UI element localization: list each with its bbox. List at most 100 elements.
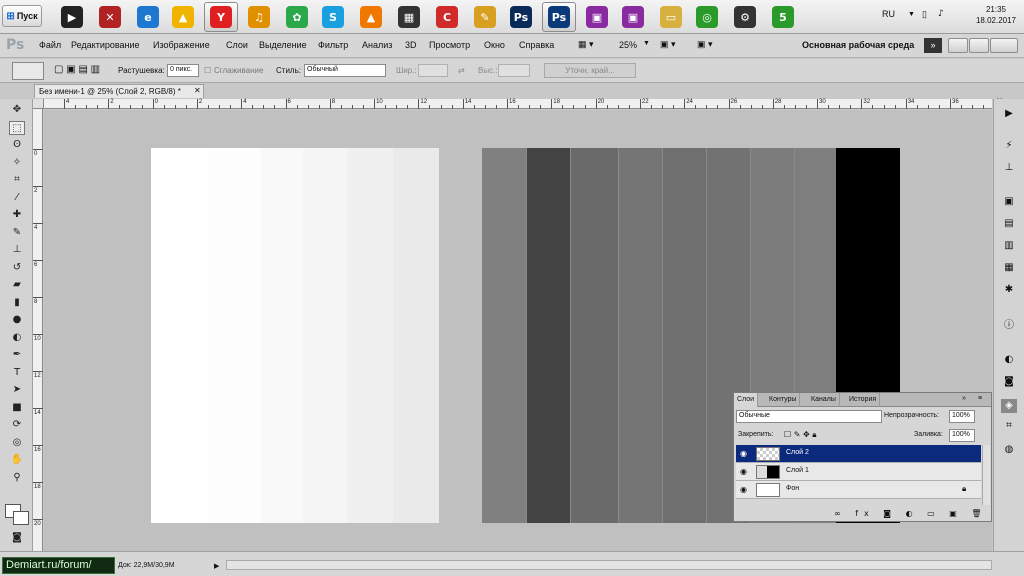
healing-tool-icon[interactable]: ✚ [9, 208, 25, 222]
masks-icon[interactable]: ◙ [1001, 375, 1017, 389]
shape-tool-icon[interactable]: ■ [9, 401, 25, 415]
histogram-icon[interactable]: ▤ [1001, 217, 1017, 231]
lasso-tool-icon[interactable]: ʘ [9, 138, 25, 152]
menu-item-2[interactable]: Изображение [153, 40, 210, 50]
refine-edge-button[interactable]: Уточн. край... [544, 63, 636, 78]
adjustments-icon[interactable]: ◐ [1001, 353, 1017, 367]
blur-tool-icon[interactable]: ● [9, 313, 25, 327]
document-tab[interactable]: Без имени-1 @ 25% (Слой 2, RGB/8) * [34, 84, 204, 98]
menu-item-6[interactable]: Анализ [362, 40, 392, 50]
history-panel-icon[interactable]: ▶ [1001, 107, 1017, 121]
menu-item-7[interactable]: 3D [405, 40, 417, 50]
zoom-level[interactable]: 25% [619, 40, 637, 50]
clone-source-icon[interactable]: ⊥ [1001, 161, 1017, 175]
start-button[interactable]: ⊞ Пуск [2, 5, 42, 27]
opacity-input[interactable]: 100% [949, 410, 975, 423]
layer-visibility-eye-icon[interactable]: ◉ [740, 467, 747, 476]
fill-input[interactable]: 100% [949, 429, 975, 442]
taskbar-app-9[interactable]: ▦ [392, 2, 426, 32]
doc-info-arrow-icon[interactable]: ▶ [214, 562, 219, 570]
brush-tool-icon[interactable]: ✎ [9, 226, 25, 240]
close-button[interactable] [990, 38, 1018, 53]
3d-orbit-tool-icon[interactable]: ◎ [9, 436, 25, 450]
layers-scrollbar[interactable] [982, 445, 990, 505]
taskbar-app-17[interactable]: ◎ [690, 2, 724, 32]
move-tool-icon[interactable]: ✥ [9, 103, 25, 117]
horizontal-scrollbar[interactable] [226, 560, 992, 570]
menu-item-8[interactable]: Просмотр [429, 40, 470, 50]
style-select[interactable]: Обычный [304, 64, 386, 77]
layer-visibility-eye-icon[interactable]: ◉ [740, 449, 747, 458]
crop-tool-icon[interactable]: ⌗ [9, 173, 25, 187]
color-panel-icon[interactable]: ▥ [1001, 239, 1017, 253]
layer-visibility-eye-icon[interactable]: ◉ [740, 485, 747, 494]
layer-row[interactable]: ◉ Слой 2 [736, 445, 981, 463]
tray-volume-icon[interactable]: ♪ [938, 9, 944, 19]
swap-icon[interactable]: ⇄ [458, 66, 465, 75]
taskbar-app-8[interactable]: ▲ [354, 2, 388, 32]
workspace-switcher[interactable]: Основная рабочая среда [802, 40, 914, 50]
layers-tab-3[interactable]: История [846, 393, 881, 407]
selection-mode-icons[interactable]: ▢ ▣ ▤ ▥ [54, 64, 104, 78]
clock[interactable]: 21:35 18.02.2017 [970, 4, 1022, 26]
layers-footer-icons[interactable]: ∞ fx ◙ ◐ ▭ ▣ 🗑︎ [834, 509, 988, 518]
taskbar-app-19[interactable]: 5 [766, 2, 800, 32]
layer-row[interactable]: ◉ Слой 1 [736, 463, 981, 481]
width-input[interactable] [418, 64, 448, 77]
hand-tool-icon[interactable]: ✋ [9, 453, 25, 467]
feather-input[interactable]: 0 пикс. [167, 64, 199, 77]
document-close-icon[interactable]: ✕ [194, 86, 201, 95]
tray-network-icon[interactable]: ▯ [922, 9, 927, 20]
screen-mode-2-button[interactable]: ▣ ▾ [697, 39, 713, 50]
taskbar-app-10[interactable]: C [430, 2, 464, 32]
navigator-icon[interactable]: ▣ [1001, 195, 1017, 209]
screen-mode-button[interactable]: ▦ ▾ [578, 39, 602, 53]
eraser-tool-icon[interactable]: ▰ [9, 278, 25, 292]
menu-item-10[interactable]: Справка [519, 40, 554, 50]
arrange-docs-button[interactable]: ▣ ▾ [660, 39, 676, 50]
stamp-tool-icon[interactable]: ⊥ [9, 243, 25, 257]
zoom-tool-icon[interactable]: ⚲ [9, 471, 25, 485]
menu-item-5[interactable]: Фильтр [318, 40, 348, 50]
taskbar-app-6[interactable]: ✿ [280, 2, 314, 32]
layers-tab-1[interactable]: Контуры [766, 393, 801, 407]
panel-collapse-icon[interactable]: » [962, 395, 966, 402]
menu-item-3[interactable]: Слои [226, 40, 248, 50]
menu-item-4[interactable]: Выделение [259, 40, 307, 50]
minimize-button[interactable] [948, 38, 968, 53]
info-icon[interactable]: ⓘ [1001, 319, 1017, 333]
quick-select-tool-icon[interactable]: ✧ [9, 156, 25, 170]
gradient-tool-icon[interactable]: ▮ [9, 296, 25, 310]
taskbar-app-4[interactable]: Y [204, 2, 238, 32]
taskbar-app-16[interactable]: ▭ [654, 2, 688, 32]
white-gradient-document[interactable] [151, 148, 439, 523]
blend-mode-select[interactable]: Обычные [736, 410, 882, 423]
path-select-tool-icon[interactable]: ➤ [9, 383, 25, 397]
taskbar-app-1[interactable]: ✕ [93, 2, 127, 32]
3d-rotate-tool-icon[interactable]: ⟳ [9, 418, 25, 432]
vertical-ruler[interactable]: 024681012141618202224 [33, 109, 43, 564]
layer-row[interactable]: ◉ Фон 🔒︎ [736, 481, 981, 499]
actions-panel-icon[interactable]: ⚡ [1001, 139, 1017, 153]
layers-panel-icon[interactable]: ◈ [1001, 399, 1017, 413]
taskbar-app-18[interactable]: ⚙ [728, 2, 762, 32]
ruler-corner[interactable] [33, 99, 44, 109]
taskbar-app-5[interactable]: ♫ [242, 2, 276, 32]
language-indicator[interactable]: RU [882, 9, 895, 19]
height-input[interactable] [498, 64, 530, 77]
background-color-swatch[interactable] [13, 511, 29, 525]
restore-button[interactable] [969, 38, 989, 53]
taskbar-app-0[interactable]: ▶ [55, 2, 89, 32]
zoom-dropdown-icon[interactable]: ▼ [643, 40, 650, 47]
marquee-tool-preset-button[interactable] [12, 62, 44, 80]
taskbar-app-13[interactable]: Ps [542, 2, 576, 32]
history-brush-icon[interactable]: ↺ [9, 261, 25, 275]
dodge-tool-icon[interactable]: ◐ [9, 331, 25, 345]
eyedropper-tool-icon[interactable]: ⁄ [9, 191, 25, 205]
menu-item-9[interactable]: Окно [484, 40, 505, 50]
tray-chevron-icon[interactable]: ▼ [908, 11, 915, 18]
taskbar-app-3[interactable]: ▲ [166, 2, 200, 32]
menu-item-0[interactable]: Файл [39, 40, 61, 50]
doc-info[interactable]: Док: 22,9M/30,9M [118, 562, 175, 569]
taskbar-app-12[interactable]: Ps [504, 2, 538, 32]
